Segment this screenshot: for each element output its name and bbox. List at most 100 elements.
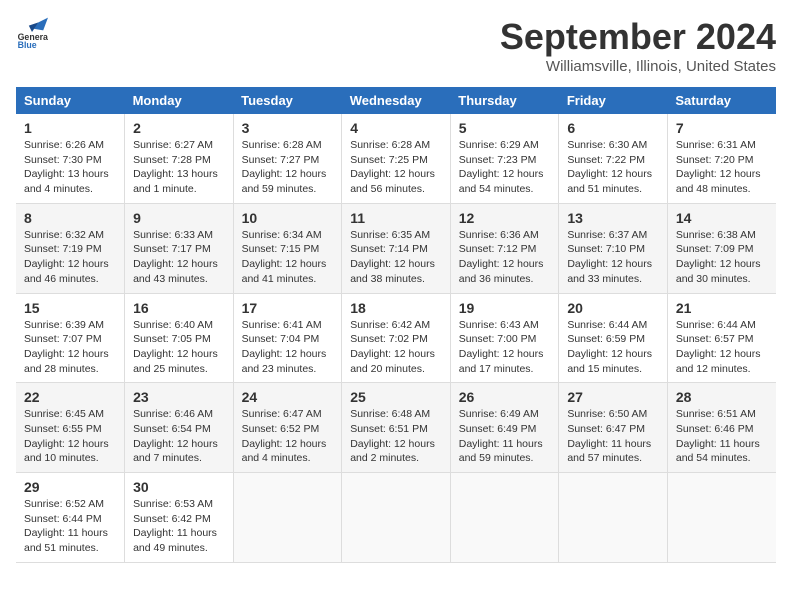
calendar-cell: 23Sunrise: 6:46 AM Sunset: 6:54 PM Dayli… [125,383,234,473]
calendar-cell: 15 Sunrise: 6:39 AM Sunset: 7:07 PM Dayli… [16,293,125,383]
day-info: Sunrise: 6:40 AM Sunset: 7:05 PM Dayligh… [133,318,225,377]
calendar-cell: 18Sunrise: 6:42 AM Sunset: 7:02 PM Dayli… [342,293,451,383]
calendar-cell: 21 Sunrise: 6:44 AM Sunset: 6:57 PM Dayli… [667,293,776,383]
day-number: 10 [242,210,334,226]
day-number: 12 [459,210,551,226]
day-info: Sunrise: 6:45 AM Sunset: 6:55 PM Dayligh… [24,407,116,466]
day-number: 26 [459,389,551,405]
svg-text:Blue: Blue [18,40,37,48]
calendar-cell: 20 Sunrise: 6:44 AM Sunset: 6:59 PM Dayli… [559,293,668,383]
day-number: 27 [567,389,659,405]
day-number: 11 [350,210,442,226]
day-info: Sunrise: 6:27 AM Sunset: 7:28 PM Dayligh… [133,138,225,197]
calendar-cell: 3 Sunrise: 6:28 AM Sunset: 7:27 PM Daylig… [233,114,342,203]
week-row-4: 22 Sunrise: 6:45 AM Sunset: 6:55 PM Dayli… [16,383,776,473]
day-info: Sunrise: 6:39 AM Sunset: 7:07 PM Dayligh… [24,318,116,377]
calendar-cell: 24Sunrise: 6:47 AM Sunset: 6:52 PM Dayli… [233,383,342,473]
day-info: Sunrise: 6:31 AM Sunset: 7:20 PM Dayligh… [676,138,768,197]
day-info: Sunrise: 6:33 AM Sunset: 7:17 PM Dayligh… [133,228,225,287]
weekday-header-row: Sunday Monday Tuesday Wednesday Thursday… [16,87,776,114]
day-info: Sunrise: 6:34 AM Sunset: 7:15 PM Dayligh… [242,228,334,287]
day-number: 19 [459,300,551,316]
day-number: 24 [242,389,334,405]
day-info: Sunrise: 6:44 AM Sunset: 6:57 PM Dayligh… [676,318,768,377]
day-info: Sunrise: 6:50 AM Sunset: 6:47 PM Dayligh… [567,407,659,466]
calendar-cell: 22 Sunrise: 6:45 AM Sunset: 6:55 PM Dayli… [16,383,125,473]
calendar-cell: 19 Sunrise: 6:43 AM Sunset: 7:00 PM Dayli… [450,293,559,383]
calendar-cell: 5 Sunrise: 6:29 AM Sunset: 7:23 PM Daylig… [450,114,559,203]
calendar-cell: 27 Sunrise: 6:50 AM Sunset: 6:47 PM Dayli… [559,383,668,473]
day-info: Sunrise: 6:38 AM Sunset: 7:09 PM Dayligh… [676,228,768,287]
calendar-cell: 25Sunrise: 6:48 AM Sunset: 6:51 PM Dayli… [342,383,451,473]
month-title: September 2024 [500,16,776,58]
header-friday: Friday [559,87,668,114]
day-number: 15 [24,300,116,316]
week-row-5: 29Sunrise: 6:52 AM Sunset: 6:44 PM Dayli… [16,473,776,563]
day-info: Sunrise: 6:44 AM Sunset: 6:59 PM Dayligh… [567,318,659,377]
day-number: 13 [567,210,659,226]
day-info: Sunrise: 6:35 AM Sunset: 7:14 PM Dayligh… [350,228,442,287]
location-subtitle: Williamsville, Illinois, United States [500,58,776,75]
calendar-cell: 12 Sunrise: 6:36 AM Sunset: 7:12 PM Dayli… [450,203,559,293]
day-info: Sunrise: 6:53 AM Sunset: 6:42 PM Dayligh… [133,497,225,556]
calendar-cell: 4Sunrise: 6:28 AM Sunset: 7:25 PM Daylig… [342,114,451,203]
page-header: General Blue September 2024 Williamsvill… [16,16,776,75]
week-row-3: 15 Sunrise: 6:39 AM Sunset: 7:07 PM Dayli… [16,293,776,383]
day-number: 28 [676,389,768,405]
calendar-cell: 30Sunrise: 6:53 AM Sunset: 6:42 PM Dayli… [125,473,234,563]
day-info: Sunrise: 6:49 AM Sunset: 6:49 PM Dayligh… [459,407,551,466]
calendar-cell: 28 Sunrise: 6:51 AM Sunset: 6:46 PM Dayli… [667,383,776,473]
calendar-cell: 8Sunrise: 6:32 AM Sunset: 7:19 PM Daylig… [16,203,125,293]
logo-icon: General Blue [16,16,48,48]
day-number: 23 [133,389,225,405]
day-number: 18 [350,300,442,316]
day-number: 2 [133,120,225,136]
header-thursday: Thursday [450,87,559,114]
calendar-cell: 13Sunrise: 6:37 AM Sunset: 7:10 PM Dayli… [559,203,668,293]
day-info: Sunrise: 6:36 AM Sunset: 7:12 PM Dayligh… [459,228,551,287]
day-info: Sunrise: 6:28 AM Sunset: 7:27 PM Dayligh… [242,138,334,197]
day-info: Sunrise: 6:28 AM Sunset: 7:25 PM Dayligh… [350,138,442,197]
day-number: 7 [676,120,768,136]
day-info: Sunrise: 6:48 AM Sunset: 6:51 PM Dayligh… [350,407,442,466]
day-info: Sunrise: 6:30 AM Sunset: 7:22 PM Dayligh… [567,138,659,197]
day-number: 1 [24,120,116,136]
calendar-cell: 17 Sunrise: 6:41 AM Sunset: 7:04 PM Dayli… [233,293,342,383]
day-number: 6 [567,120,659,136]
day-number: 9 [133,210,225,226]
calendar-cell [233,473,342,563]
calendar-cell: 7 Sunrise: 6:31 AM Sunset: 7:20 PM Daylig… [667,114,776,203]
day-info: Sunrise: 6:41 AM Sunset: 7:04 PM Dayligh… [242,318,334,377]
header-saturday: Saturday [667,87,776,114]
calendar-cell: 2 Sunrise: 6:27 AM Sunset: 7:28 PM Daylig… [125,114,234,203]
calendar-cell: 29Sunrise: 6:52 AM Sunset: 6:44 PM Dayli… [16,473,125,563]
calendar-cell: 14 Sunrise: 6:38 AM Sunset: 7:09 PM Dayli… [667,203,776,293]
calendar-cell [342,473,451,563]
calendar-cell: 6 Sunrise: 6:30 AM Sunset: 7:22 PM Daylig… [559,114,668,203]
header-wednesday: Wednesday [342,87,451,114]
calendar-cell [667,473,776,563]
day-number: 14 [676,210,768,226]
day-info: Sunrise: 6:29 AM Sunset: 7:23 PM Dayligh… [459,138,551,197]
day-number: 5 [459,120,551,136]
calendar-cell [559,473,668,563]
calendar-cell: 26 Sunrise: 6:49 AM Sunset: 6:49 PM Dayli… [450,383,559,473]
title-area: September 2024 Williamsville, Illinois, … [500,16,776,75]
day-number: 16 [133,300,225,316]
day-info: Sunrise: 6:51 AM Sunset: 6:46 PM Dayligh… [676,407,768,466]
day-number: 22 [24,389,116,405]
week-row-2: 8Sunrise: 6:32 AM Sunset: 7:19 PM Daylig… [16,203,776,293]
day-number: 17 [242,300,334,316]
calendar-cell: 9 Sunrise: 6:33 AM Sunset: 7:17 PM Daylig… [125,203,234,293]
day-number: 20 [567,300,659,316]
calendar-cell: 16 Sunrise: 6:40 AM Sunset: 7:05 PM Dayli… [125,293,234,383]
day-number: 21 [676,300,768,316]
header-sunday: Sunday [16,87,125,114]
day-number: 29 [24,479,116,495]
header-monday: Monday [125,87,234,114]
calendar-cell: 11 Sunrise: 6:35 AM Sunset: 7:14 PM Dayli… [342,203,451,293]
calendar-cell [450,473,559,563]
day-info: Sunrise: 6:43 AM Sunset: 7:00 PM Dayligh… [459,318,551,377]
header-tuesday: Tuesday [233,87,342,114]
day-number: 3 [242,120,334,136]
